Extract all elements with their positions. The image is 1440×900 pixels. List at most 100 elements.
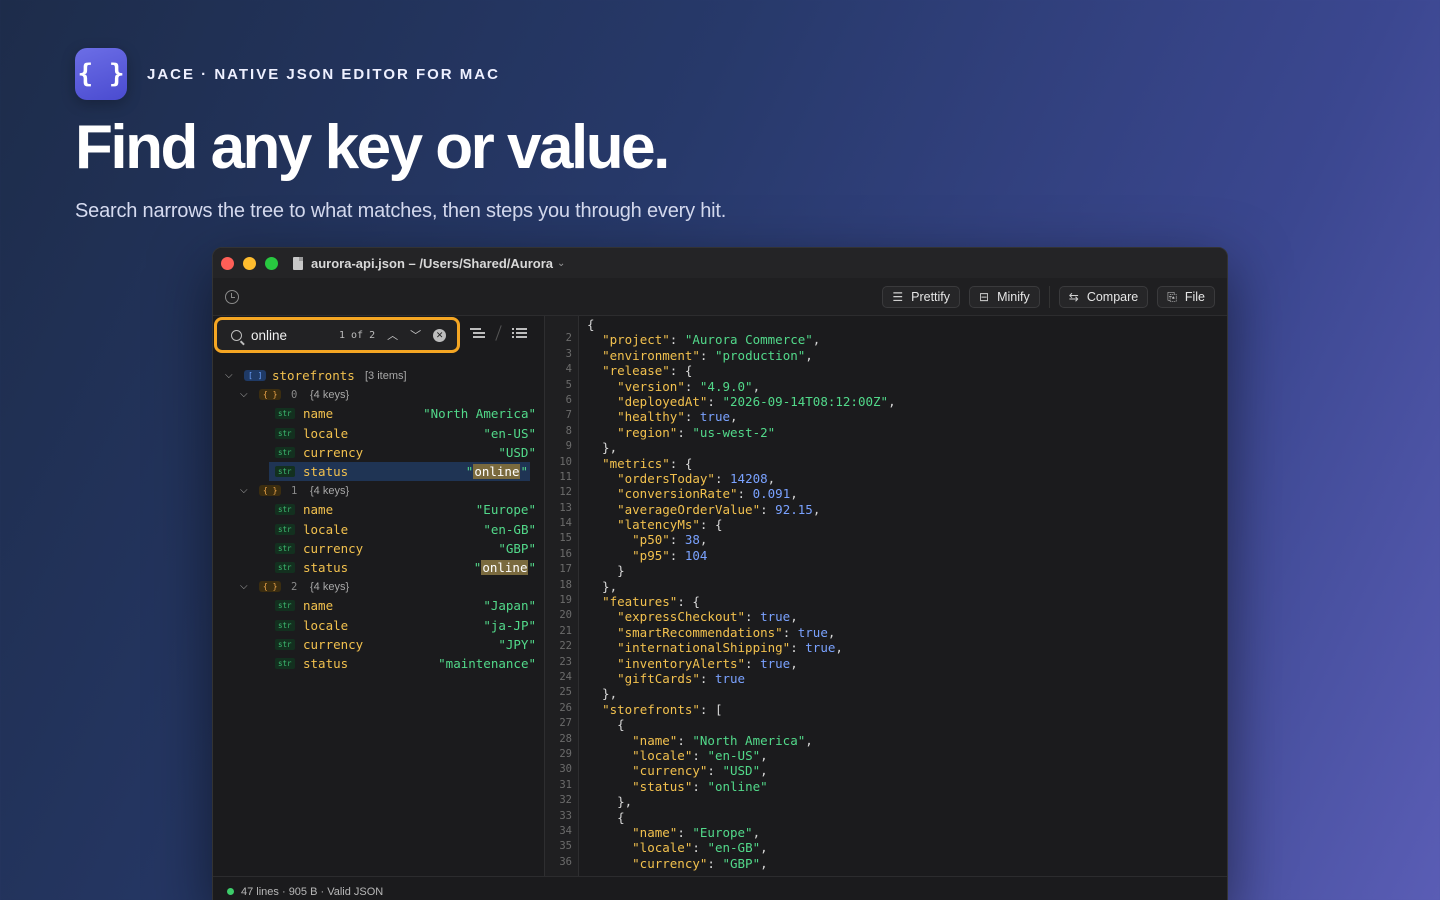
title-chevron-down-icon[interactable]: ⌄ bbox=[557, 258, 565, 269]
chevron-down-icon[interactable]: ⌵ bbox=[240, 485, 248, 496]
app-logo-icon: { } bbox=[75, 48, 127, 100]
code-line[interactable]: "currency": "GBP", bbox=[587, 856, 1227, 871]
minimize-window-button[interactable] bbox=[243, 256, 256, 270]
code-line[interactable]: "currency": "USD", bbox=[587, 763, 1227, 778]
code-line[interactable]: "internationalShipping": true, bbox=[587, 640, 1227, 655]
tree-row[interactable]: str name "Japan" bbox=[213, 596, 544, 615]
code-line[interactable]: "features": { bbox=[587, 594, 1227, 609]
code-line[interactable]: "ordersToday": 14208, bbox=[587, 471, 1227, 486]
tree-row[interactable]: str currency "JPY" bbox=[213, 635, 544, 654]
tree-row-root[interactable]: ⌵ [ ] storefronts [3 items] bbox=[213, 366, 544, 385]
file-button[interactable]: ⎘ File bbox=[1157, 286, 1215, 308]
tree-row-object[interactable]: ⌵ { } 1 {4 keys} bbox=[213, 481, 544, 500]
code-line[interactable]: "locale": "en-GB", bbox=[587, 840, 1227, 855]
compare-button[interactable]: ⇆ Compare bbox=[1058, 286, 1149, 308]
tree-row[interactable]: str status "maintenance" bbox=[213, 654, 544, 673]
tree-row[interactable]: str currency "USD" bbox=[213, 443, 544, 462]
window-title[interactable]: aurora-api.json – /Users/Shared/Aurora bbox=[311, 256, 553, 271]
code-line[interactable]: }, bbox=[587, 579, 1227, 594]
line-number: 35 bbox=[559, 840, 572, 853]
code-editor[interactable]: { "project": "Aurora Commerce", "environ… bbox=[587, 317, 1227, 875]
code-line[interactable]: "metrics": { bbox=[587, 456, 1227, 471]
tree-row-match[interactable]: str status "online" bbox=[213, 558, 544, 577]
code-line[interactable]: "averageOrderValue": 92.15, bbox=[587, 502, 1227, 517]
tree-meta: {4 keys} bbox=[310, 484, 350, 497]
tree-view-icon[interactable] bbox=[470, 328, 485, 338]
string-type-icon: str bbox=[275, 523, 295, 535]
document-icon bbox=[293, 256, 303, 270]
subline: Search narrows the tree to what matches,… bbox=[75, 200, 727, 222]
tree-row[interactable]: str locale "ja-JP" bbox=[213, 615, 544, 634]
chevron-down-icon[interactable]: ⌵ bbox=[240, 581, 248, 592]
chevron-down-icon[interactable]: ⌵ bbox=[240, 389, 248, 400]
line-number: 8 bbox=[565, 424, 572, 437]
tree-pane: 1 of 2 ︿ ﹀ ✕ ⌵ [ ] storefronts [3 items] bbox=[213, 316, 544, 876]
line-number: 27 bbox=[559, 717, 572, 730]
line-number: 28 bbox=[559, 732, 572, 745]
tree-row[interactable]: str locale "en-US" bbox=[213, 424, 544, 443]
headline: Find any key or value. bbox=[75, 113, 670, 182]
code-line[interactable]: "region": "us-west-2" bbox=[587, 425, 1227, 440]
tree-key: currency bbox=[303, 444, 364, 460]
code-line[interactable]: "release": { bbox=[587, 363, 1227, 378]
list-view-icon[interactable] bbox=[512, 328, 527, 338]
code-line[interactable]: "smartRecommendations": true, bbox=[587, 625, 1227, 640]
zoom-window-button[interactable] bbox=[265, 256, 278, 270]
code-line[interactable]: "deployedAt": "2026-09-14T08:12:00Z", bbox=[587, 394, 1227, 409]
code-line[interactable]: { bbox=[587, 317, 1227, 332]
code-line[interactable]: "environment": "production", bbox=[587, 348, 1227, 363]
tree-row[interactable]: str locale "en-GB" bbox=[213, 520, 544, 539]
line-number: 12 bbox=[559, 486, 572, 499]
code-line[interactable]: "project": "Aurora Commerce", bbox=[587, 332, 1227, 347]
code-line[interactable]: "latencyMs": { bbox=[587, 517, 1227, 532]
code-line[interactable]: "conversionRate": 0.091, bbox=[587, 486, 1227, 501]
code-line[interactable]: "giftCards": true bbox=[587, 671, 1227, 686]
code-line[interactable]: } bbox=[587, 563, 1227, 578]
code-line[interactable]: { bbox=[587, 810, 1227, 825]
search-input[interactable] bbox=[251, 327, 335, 343]
tree-key: storefronts bbox=[272, 368, 355, 384]
code-line[interactable]: "storefronts": [ bbox=[587, 702, 1227, 717]
tree-row[interactable]: str name "North America" bbox=[213, 404, 544, 423]
code-line[interactable]: "healthy": true, bbox=[587, 409, 1227, 424]
tree-row-object[interactable]: ⌵ { } 2 {4 keys} bbox=[213, 577, 544, 596]
string-type-icon: str bbox=[275, 619, 295, 631]
previous-match-chevron-up-icon[interactable]: ︿ bbox=[387, 327, 398, 343]
code-line[interactable]: { bbox=[587, 717, 1227, 732]
tree-row[interactable]: str currency "GBP" bbox=[213, 539, 544, 558]
code-line[interactable]: "inventoryAlerts": true, bbox=[587, 656, 1227, 671]
prettify-button[interactable]: ☰ Prettify bbox=[882, 286, 961, 308]
code-line[interactable]: "locale": "en-US", bbox=[587, 748, 1227, 763]
tree-row-selected-match[interactable]: str status "online" bbox=[269, 461, 530, 482]
tree-row-object[interactable]: ⌵ { } 0 {4 keys} bbox=[213, 385, 544, 404]
line-number: 16 bbox=[559, 547, 572, 560]
code-line[interactable]: "expressCheckout": true, bbox=[587, 609, 1227, 624]
line-number: 25 bbox=[559, 686, 572, 699]
code-line[interactable]: "p95": 104 bbox=[587, 548, 1227, 563]
code-line[interactable]: }, bbox=[587, 794, 1227, 809]
line-number: 32 bbox=[559, 794, 572, 807]
code-line[interactable]: "version": "4.9.0", bbox=[587, 379, 1227, 394]
code-line[interactable]: "p50": 38, bbox=[587, 532, 1227, 547]
tree-row[interactable]: str name "Europe" bbox=[213, 500, 544, 519]
tree-value: "Europe" bbox=[475, 502, 536, 518]
string-type-icon: str bbox=[275, 446, 295, 458]
minify-button[interactable]: ⊟ Minify bbox=[969, 286, 1040, 308]
code-line[interactable]: }, bbox=[587, 686, 1227, 701]
close-window-button[interactable] bbox=[221, 256, 234, 270]
next-match-chevron-down-icon[interactable]: ﹀ bbox=[410, 327, 421, 343]
tree-key: status bbox=[303, 559, 349, 575]
string-type-icon: str bbox=[275, 408, 295, 420]
object-type-icon: { } bbox=[259, 485, 282, 497]
clear-search-icon[interactable]: ✕ bbox=[433, 328, 447, 342]
history-icon[interactable] bbox=[225, 290, 239, 304]
code-line[interactable]: "name": "Europe", bbox=[587, 825, 1227, 840]
code-line[interactable]: "name": "North America", bbox=[587, 733, 1227, 748]
line-number: 9 bbox=[565, 440, 572, 453]
code-line[interactable]: }, bbox=[587, 440, 1227, 455]
prettify-icon: ☰ bbox=[892, 290, 904, 304]
title-bar: aurora-api.json – /Users/Shared/Aurora ⌄ bbox=[213, 248, 1227, 278]
chevron-down-icon[interactable]: ⌵ bbox=[225, 370, 233, 381]
search-field[interactable]: 1 of 2 ︿ ﹀ ✕ bbox=[214, 317, 460, 353]
code-line[interactable]: "status": "online" bbox=[587, 779, 1227, 794]
